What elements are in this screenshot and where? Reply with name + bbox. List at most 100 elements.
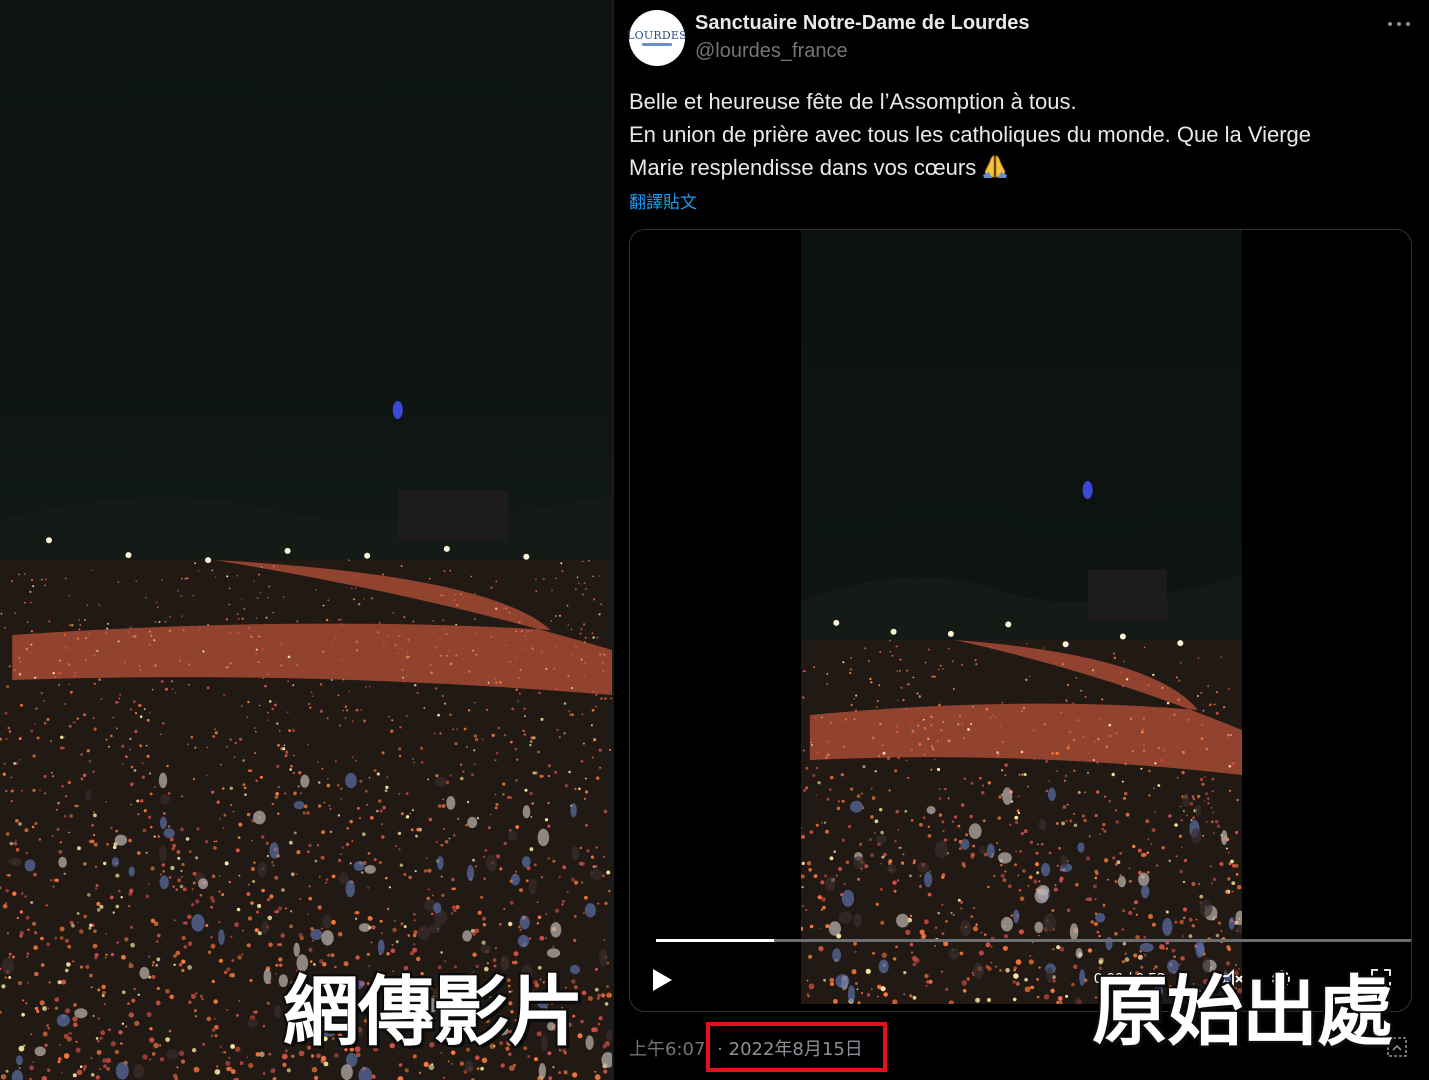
- candle-light: [598, 1016, 603, 1021]
- candle-light: [275, 963, 279, 967]
- candle-light: [970, 782, 974, 785]
- candle-light: [1095, 790, 1100, 794]
- candle-light: [353, 598, 355, 601]
- candle-light: [249, 978, 253, 983]
- candle-light: [1200, 691, 1203, 694]
- candle-light: [1137, 848, 1142, 853]
- user-handle[interactable]: @lourdes_france: [695, 40, 848, 63]
- candle-light: [1017, 795, 1020, 798]
- candle-light: [242, 783, 246, 786]
- candle-light: [442, 628, 445, 631]
- candle-light: [169, 994, 174, 1000]
- candle-light: [525, 879, 529, 883]
- candle-light: [321, 830, 325, 834]
- pilgrim-figure: [973, 962, 985, 979]
- candle-light: [471, 773, 474, 777]
- candle-light: [927, 892, 932, 897]
- candle-light: [195, 856, 199, 860]
- candle-light: [1086, 856, 1091, 861]
- candle-light: [894, 769, 898, 773]
- candle-light: [57, 1057, 62, 1061]
- candle-light: [1191, 881, 1196, 887]
- candle-light: [317, 760, 319, 763]
- display-name[interactable]: Sanctuaire Notre-Dame de Lourdes: [695, 12, 1030, 35]
- candle-light: [376, 809, 379, 813]
- pilgrim-figure: [570, 803, 577, 818]
- candle-light: [942, 721, 945, 723]
- candle-light: [326, 783, 330, 788]
- candle-light: [8, 956, 11, 959]
- candle-light: [1215, 711, 1219, 715]
- candle-light: [395, 940, 399, 944]
- candle-light: [481, 738, 484, 741]
- candle-light: [508, 921, 513, 927]
- candle-light: [130, 803, 132, 806]
- candle-light: [149, 792, 153, 796]
- candle-light: [106, 622, 110, 625]
- candle-light: [1209, 703, 1212, 706]
- candle-light: [222, 827, 225, 830]
- candle-light: [468, 670, 471, 673]
- video-progress-bar[interactable]: [656, 939, 1411, 942]
- candle-light: [177, 589, 179, 592]
- candle-light: [989, 716, 993, 720]
- candle-light: [594, 987, 599, 992]
- candle-light: [398, 754, 402, 758]
- play-icon[interactable]: [650, 967, 674, 993]
- candle-light: [330, 678, 333, 682]
- candle-light: [306, 811, 310, 815]
- candle-light: [36, 736, 40, 740]
- candle-light: [53, 878, 57, 882]
- candle-light: [880, 986, 886, 992]
- candle-light: [1004, 934, 1008, 939]
- street-lamp: [125, 552, 132, 559]
- candle-light: [293, 754, 295, 757]
- candle-light: [503, 733, 507, 737]
- pilgrim-figure: [599, 949, 608, 967]
- candle-light: [130, 782, 134, 787]
- candle-light: [430, 912, 434, 916]
- candle-light: [327, 777, 329, 780]
- candle-light: [1154, 810, 1157, 813]
- candle-light: [810, 741, 813, 744]
- candle-light: [918, 695, 921, 698]
- more-icon[interactable]: [1384, 12, 1414, 36]
- pilgrim-figure: [253, 810, 266, 825]
- candle-light: [15, 848, 20, 852]
- candle-light: [894, 840, 897, 843]
- candle-light: [46, 718, 50, 721]
- candle-light: [348, 559, 350, 561]
- candle-light: [1176, 776, 1179, 779]
- candle-light: [583, 623, 586, 626]
- candle-light: [281, 888, 285, 892]
- candle-light: [354, 575, 357, 577]
- candle-light: [578, 861, 583, 866]
- candle-light: [1202, 834, 1205, 837]
- candle-light: [582, 560, 584, 563]
- candle-light: [548, 1076, 553, 1080]
- candle-light: [990, 961, 993, 964]
- candle-light: [182, 887, 187, 892]
- candle-light: [961, 861, 966, 866]
- candle-light: [317, 781, 321, 784]
- video-player[interactable]: 0:09 / 0:58: [629, 229, 1412, 1012]
- candle-light: [214, 731, 218, 735]
- candle-light: [1183, 916, 1186, 919]
- candle-light: [398, 1063, 403, 1067]
- pilgrim-figure: [538, 1063, 546, 1080]
- candle-light: [267, 915, 273, 921]
- candle-light: [895, 809, 900, 814]
- candle-light: [390, 729, 394, 733]
- translate-post-link[interactable]: 翻譯貼文: [629, 188, 697, 213]
- candle-light: [112, 911, 115, 914]
- candle-light: [72, 1016, 78, 1022]
- candle-light: [40, 692, 43, 695]
- candle-light: [130, 765, 134, 769]
- candle-light: [412, 758, 414, 760]
- candle-light: [368, 776, 371, 779]
- candle-light: [327, 953, 331, 957]
- candle-light: [1197, 657, 1200, 660]
- candle-light: [860, 792, 863, 795]
- avatar[interactable]: LOURDES: [627, 10, 687, 66]
- candle-light: [391, 719, 394, 722]
